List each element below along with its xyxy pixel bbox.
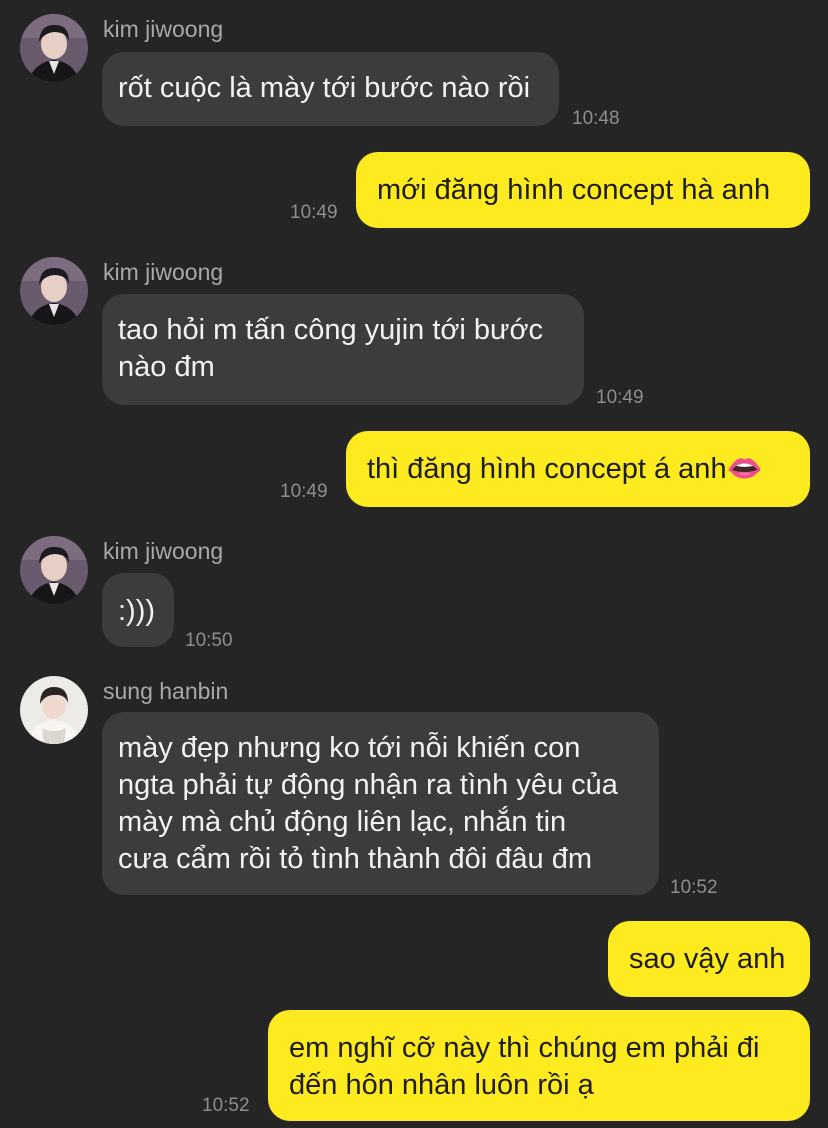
message-bubble[interactable]: mày đẹp nhưng ko tới nỗi khiến con ngta … xyxy=(102,712,659,895)
message-timestamp: 10:49 xyxy=(596,387,644,408)
sender-name: kim jiwoong xyxy=(103,538,224,564)
message-bubble[interactable]: rốt cuộc là mày tới bước nào rồi xyxy=(102,52,559,126)
sender-name: kim jiwoong xyxy=(103,16,224,42)
message-timestamp: 10:50 xyxy=(185,630,233,651)
avatar-kim-jiwoong[interactable] xyxy=(20,257,88,325)
message-bubble[interactable]: thì đăng hình concept á anh👄 xyxy=(346,431,810,507)
message-timestamp: 10:52 xyxy=(202,1095,250,1116)
message-timestamp: 10:48 xyxy=(572,108,620,129)
sender-name: kim jiwoong xyxy=(103,259,224,285)
message-timestamp: 10:52 xyxy=(670,877,718,898)
message-bubble[interactable]: :))) xyxy=(102,573,174,647)
avatar-kim-jiwoong[interactable] xyxy=(20,536,88,604)
message-bubble[interactable]: sao vậy anh xyxy=(608,921,810,997)
message-bubble[interactable]: tao hỏi m tấn công yujin tới bước nào đm xyxy=(102,294,584,405)
message-timestamp: 10:49 xyxy=(280,481,328,502)
message-bubble[interactable]: em nghĩ cỡ này thì chúng em phải đi đến … xyxy=(268,1010,810,1121)
avatar-kim-jiwoong[interactable] xyxy=(20,14,88,82)
message-bubble[interactable]: mới đăng hình concept hà anh xyxy=(356,152,810,228)
sender-name: sung hanbin xyxy=(103,678,229,704)
avatar-sung-hanbin[interactable] xyxy=(20,676,88,744)
message-timestamp: 10:49 xyxy=(290,202,338,223)
